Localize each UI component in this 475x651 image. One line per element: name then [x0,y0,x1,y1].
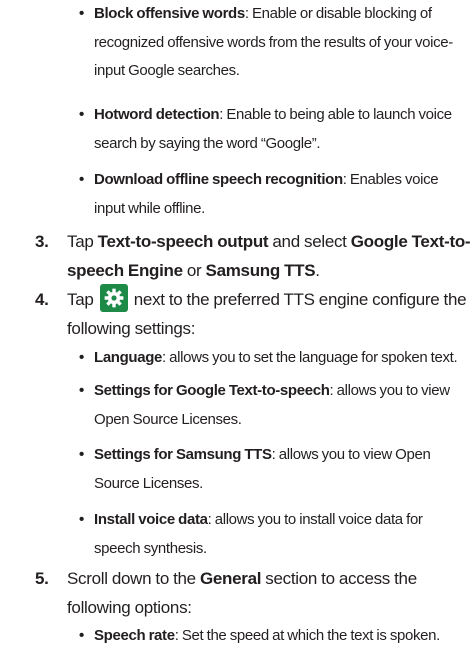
item-term: Hotword detection [94,106,220,123]
step-text: and select [268,232,351,251]
manual-page: • Block offensive words: Enable or disab… [0,0,475,644]
bullet-dot: • [79,511,84,528]
step-term: Samsung TTS [205,261,316,280]
step-text: . [315,261,320,280]
step-term: Text-to-speech output [97,232,269,251]
bullet-dot: • [79,5,84,22]
item-term: Download offline speech recognition [94,171,343,188]
step-text: or [182,261,206,280]
step-text: Tap [67,290,98,309]
step-3: 3. Tap Text-to-speech output and select … [35,227,472,285]
step-4: 4. Tap next to the preferred TTS engine … [35,283,472,343]
step-text: Scroll down to the [67,569,200,588]
item-term: Install voice data [94,511,208,528]
item-term: Settings for Google Text-to-speech [94,382,330,399]
bullet-dot: • [79,446,84,463]
item-term: Language [94,349,163,366]
step-text: Tap [67,232,98,251]
item-term: Speech rate [94,627,175,644]
list-item-language: • Language: allows you to set the langua… [79,344,472,373]
list-item-install-voice-data: • Install voice data: allows you to inst… [79,506,472,563]
bullet-dot: • [79,171,84,188]
item-term: Block offensive words [94,5,245,22]
step-number: 5. [35,569,49,588]
list-item-block-offensive-words: • Block offensive words: Enable or disab… [79,0,472,86]
step-number: 3. [35,232,49,251]
list-item-download-offline-speech: • Download offline speech recognition: E… [79,166,472,223]
list-item-speech-rate: • Speech rate: Set the speed at which th… [79,622,472,651]
item-text: : Set the speed at which the text is spo… [174,627,441,644]
bullet-dot: • [79,349,84,366]
list-item-settings-google-tts: • Settings for Google Text-to-speech: al… [79,377,472,434]
bullet-dot: • [79,627,84,644]
step-5: 5. Scroll down to the General section to… [35,564,472,622]
item-text: : allows you to set the language for spo… [162,349,458,366]
bullet-dot: • [79,106,84,123]
step-number: 4. [35,290,49,309]
step-term: General [199,569,262,588]
list-item-settings-samsung-tts: • Settings for Samsung TTS: allows you t… [79,441,472,498]
list-item-hotword-detection: • Hotword detection: Enable to being abl… [79,101,472,158]
gear-icon [99,283,128,312]
item-term: Settings for Samsung TTS [94,446,272,463]
bullet-dot: • [79,382,84,399]
